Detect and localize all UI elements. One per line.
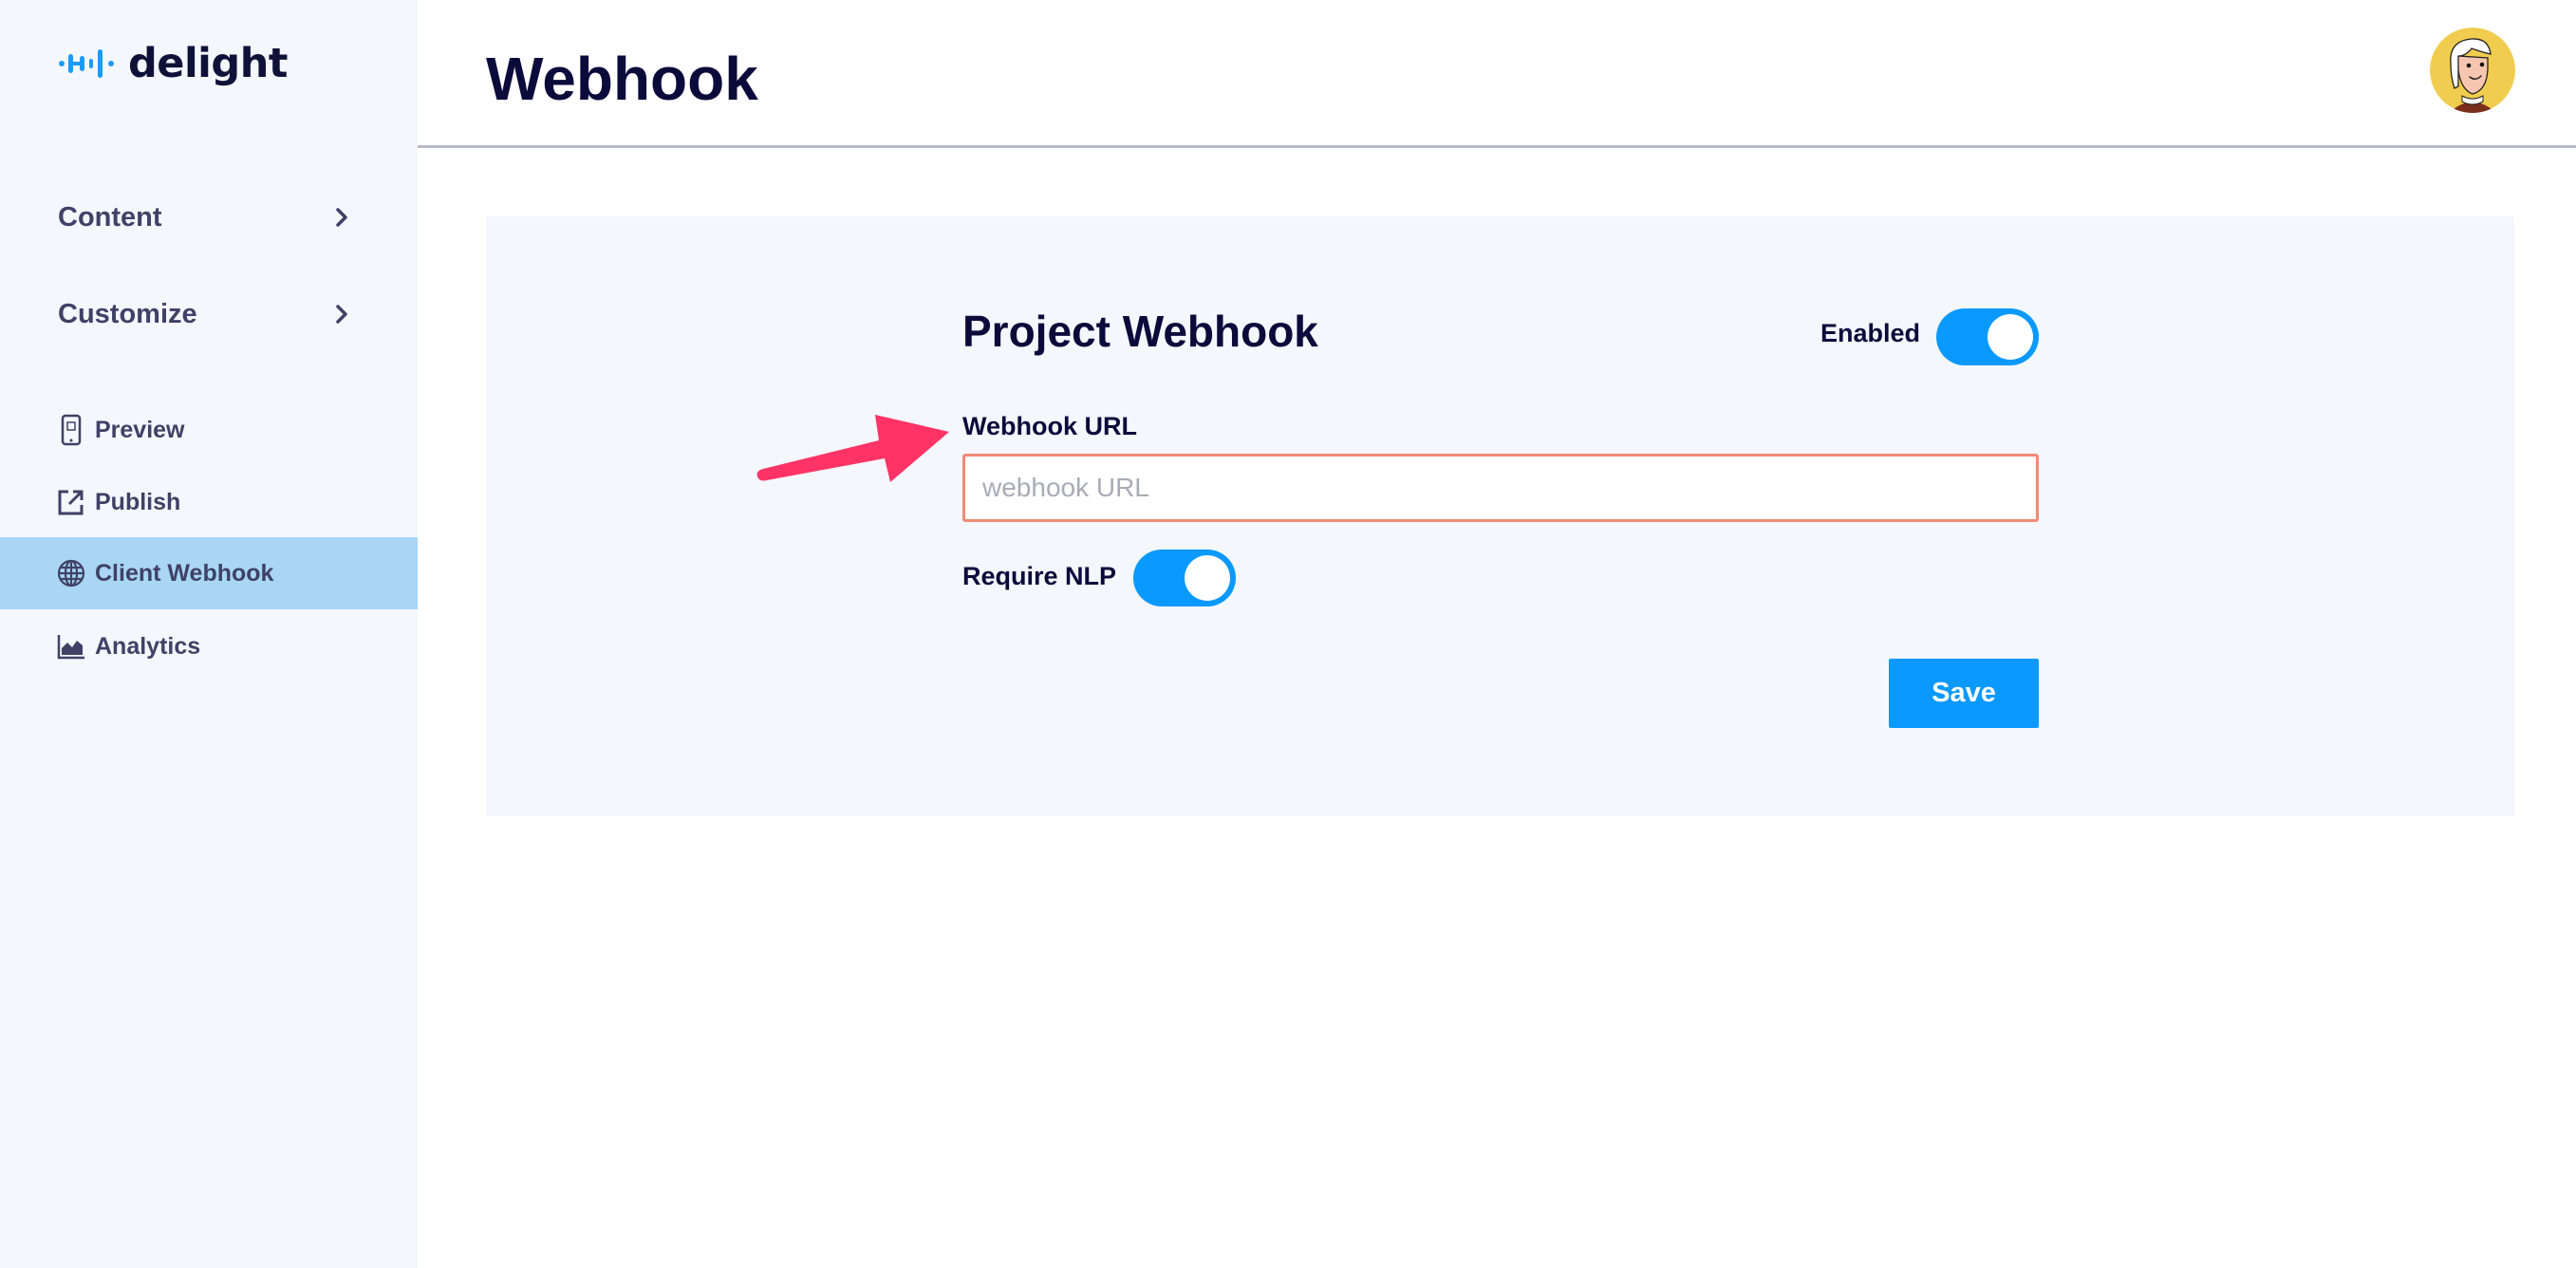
brand-logo[interactable]: delight [58, 40, 288, 87]
phone-qr-icon [57, 414, 85, 446]
toggle-knob [1988, 314, 2033, 360]
require-nlp-label: Require NLP [962, 562, 1117, 590]
user-avatar[interactable] [2430, 28, 2515, 113]
webhook-url-input[interactable] [962, 454, 2039, 522]
sidebar-item-analytics[interactable]: Analytics [0, 610, 418, 682]
sidebar-item-publish[interactable]: Publish [0, 466, 418, 538]
sidebar-group-content[interactable]: Content [58, 194, 352, 241]
sidebar-group-customize[interactable]: Customize [58, 290, 352, 338]
avatar-illustration-icon [2430, 28, 2515, 113]
chevron-right-icon [331, 207, 352, 228]
sidebar-item-label: Publish [95, 488, 181, 515]
enabled-toggle[interactable] [1936, 308, 2039, 365]
toggle-knob [1185, 555, 1230, 601]
sidebar-item-preview[interactable]: Preview [0, 394, 418, 466]
globe-icon [57, 557, 85, 589]
external-link-icon [57, 486, 85, 518]
webhook-url-label: Webhook URL [962, 412, 1137, 440]
waveform-logo-icon [59, 49, 114, 78]
sidebar-item-label: Preview [95, 416, 185, 443]
sidebar-group-label: Content [58, 201, 162, 233]
require-nlp-toggle[interactable] [1133, 550, 1236, 606]
brand-name: delight [128, 40, 288, 87]
sidebar-item-client-webhook[interactable]: Client Webhook [0, 537, 418, 609]
area-chart-icon [57, 630, 85, 662]
save-button[interactable]: Save [1889, 659, 2039, 728]
sidebar-item-label: Client Webhook [95, 559, 274, 587]
sidebar-group-label: Customize [58, 298, 197, 329]
enabled-label: Enabled [1820, 319, 1921, 347]
page-header: Webhook [418, 0, 2576, 148]
sidebar: delight Content Customize Preview Publis… [0, 0, 418, 1268]
chevron-right-icon [331, 304, 352, 325]
section-title: Project Webhook [962, 307, 1318, 356]
sidebar-item-label: Analytics [95, 632, 201, 660]
page-title: Webhook [486, 45, 758, 113]
